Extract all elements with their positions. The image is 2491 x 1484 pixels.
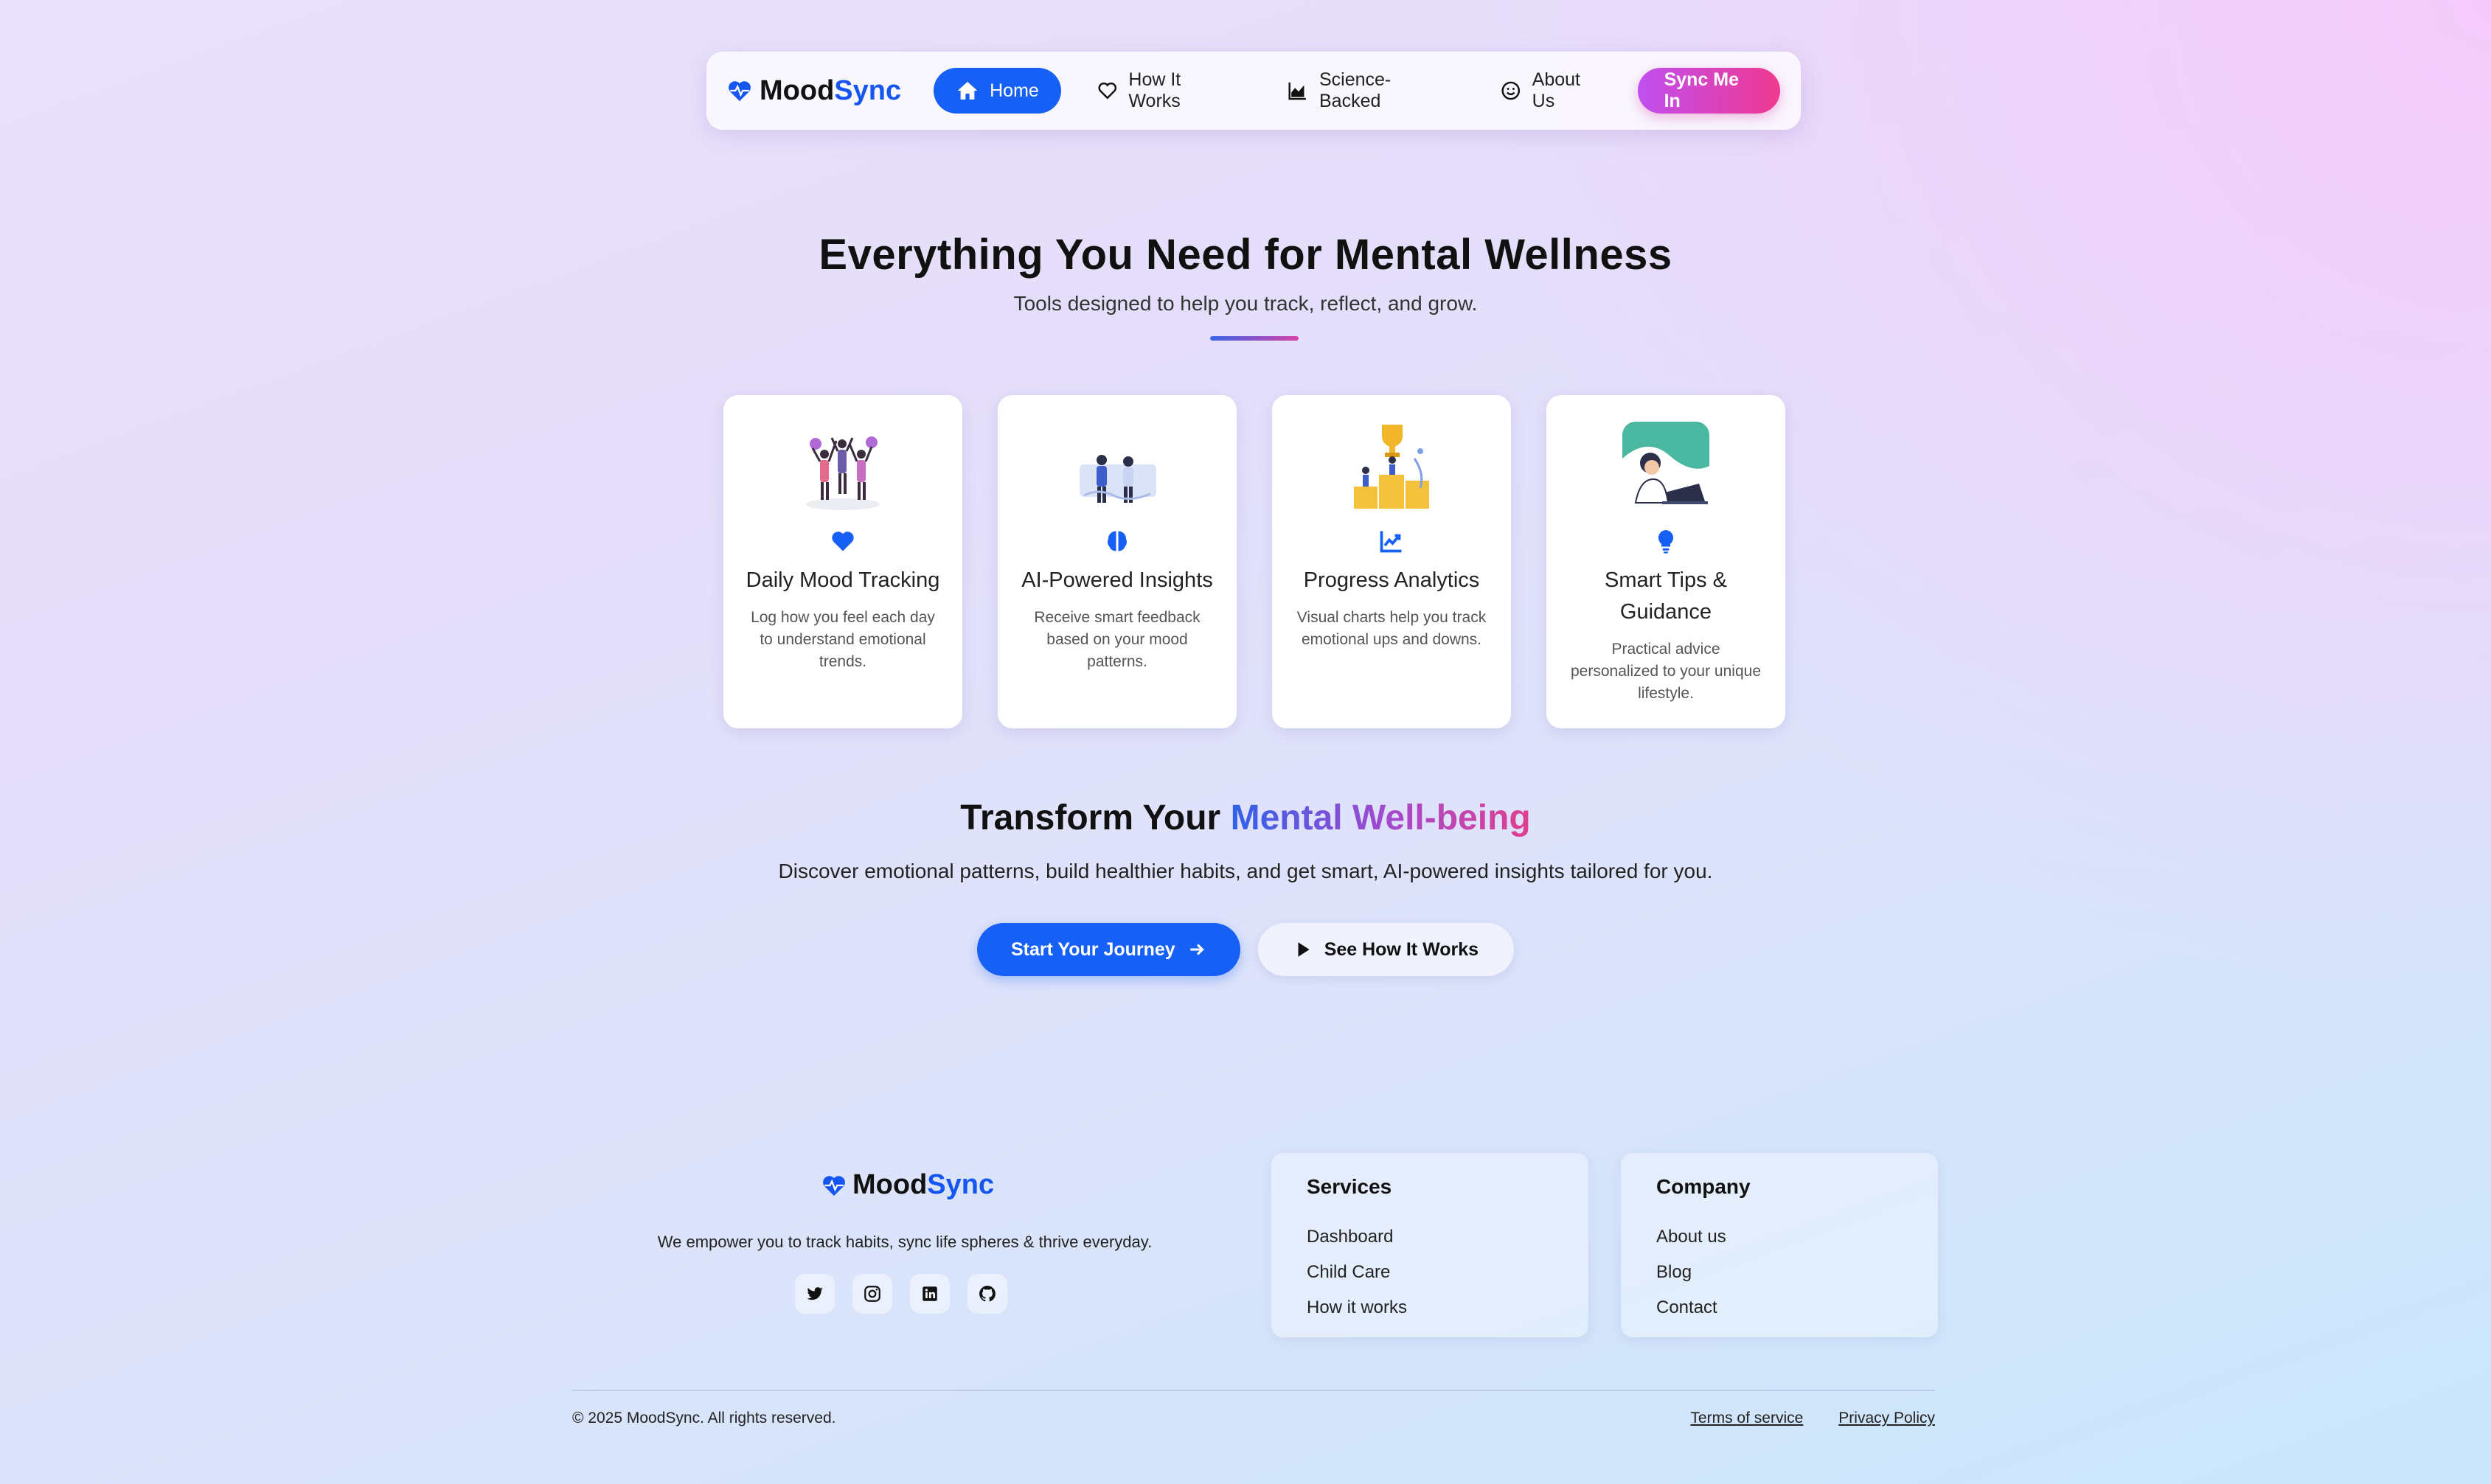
nav-about-us-label: About Us <box>1532 69 1580 111</box>
footer-link-blog[interactable]: Blog <box>1656 1255 1903 1290</box>
company-heading: Company <box>1656 1175 1751 1198</box>
start-journey-label: Start Your Journey <box>1010 938 1175 960</box>
footer-brand-part2: Sync <box>927 1169 995 1200</box>
feature-card-title: AI-Powered Insights <box>1021 568 1213 592</box>
twitter-icon <box>807 1287 823 1300</box>
play-icon <box>1298 942 1310 957</box>
person-laptop-illustration <box>1622 422 1709 510</box>
nav-home[interactable]: Home <box>934 68 1061 114</box>
feature-card-title: Smart Tips & Guidance <box>1605 568 1727 624</box>
brand-name-part1: Mood <box>760 74 835 106</box>
brain-icon <box>1108 531 1127 551</box>
heartbeat-logo-icon <box>823 1175 845 1196</box>
transform-title-plain: Transform Your <box>960 798 1231 837</box>
sync-me-in-button[interactable]: Sync Me In <box>1637 68 1780 114</box>
footer-services-column: Services Dashboard Child Care How it wor… <box>1271 1153 1588 1337</box>
celebrating-people-illustration <box>806 436 880 510</box>
feature-card-daily-mood[interactable]: Daily Mood Tracking Log how you feel eac… <box>723 395 962 728</box>
heart-icon <box>832 532 854 551</box>
nav-about-us[interactable]: About Us <box>1478 68 1624 114</box>
top-navbar: MoodSync Home How It Works Science-Backe… <box>706 52 1801 130</box>
brand-logo[interactable]: MoodSync <box>727 75 901 107</box>
feature-card-title: Daily Mood Tracking <box>746 568 940 592</box>
copyright-text: © 2025 MoodSync. All rights reserved. <box>572 1410 836 1426</box>
footer-brand-logo[interactable]: MoodSync <box>821 1169 994 1201</box>
area-chart-icon <box>1288 82 1307 100</box>
twitter-link[interactable] <box>795 1274 835 1314</box>
transform-subtitle: Discover emotional patterns, build healt… <box>778 860 1713 882</box>
people-talking-illustration <box>1080 455 1156 503</box>
privacy-policy-link[interactable]: Privacy Policy <box>1838 1410 1935 1427</box>
see-how-it-works-button[interactable]: See How It Works <box>1257 923 1515 976</box>
services-heading: Services <box>1307 1175 1392 1198</box>
github-icon <box>979 1286 996 1302</box>
arrow-right-icon <box>1190 944 1204 955</box>
title-underline <box>1210 336 1299 341</box>
feature-card-desc: Visual charts help you track emotional u… <box>1296 609 1487 648</box>
nav-how-it-works-label: How It Works <box>1128 69 1181 111</box>
feature-card-ai-insights[interactable]: AI-Powered Insights Receive smart feedba… <box>998 395 1237 728</box>
footer-link-contact[interactable]: Contact <box>1656 1290 1903 1326</box>
feature-cards: Daily Mood Tracking Log how you feel eac… <box>723 395 1785 728</box>
github-link[interactable] <box>967 1274 1007 1314</box>
social-links <box>795 1274 1007 1314</box>
see-how-it-works-label: See How It Works <box>1324 938 1479 960</box>
nav-science-backed-label: Science-Backed <box>1319 69 1392 111</box>
footer-company-column: Company About us Blog Contact <box>1621 1153 1938 1337</box>
lightbulb-icon <box>1658 530 1674 554</box>
feature-card-title: Progress Analytics <box>1303 568 1480 592</box>
footer-divider <box>572 1390 1935 1391</box>
nav-home-label: Home <box>990 80 1039 101</box>
hero-button-row: Start Your Journey See How It Works <box>0 923 2491 976</box>
heart-outline-icon <box>1098 82 1116 100</box>
transform-title: Transform Your Mental Well-being <box>0 798 2491 838</box>
feature-card-smart-tips[interactable]: Smart Tips & Guidance Practical advice p… <box>1546 395 1785 728</box>
nav-how-it-works[interactable]: How It Works <box>1074 68 1252 114</box>
footer-link-dashboard[interactable]: Dashboard <box>1307 1219 1553 1255</box>
brand-name-part2: Sync <box>834 74 902 106</box>
features-subtitle: Tools designed to help you track, reflec… <box>1013 292 1478 315</box>
footer-link-how-it-works[interactable]: How it works <box>1307 1290 1553 1326</box>
footer-brand-part1: Mood <box>852 1169 928 1200</box>
nav-science-backed[interactable]: Science-Backed <box>1265 68 1465 114</box>
linkedin-link[interactable] <box>910 1274 950 1314</box>
feature-card-progress-analytics[interactable]: Progress Analytics Visual charts help yo… <box>1272 395 1511 728</box>
page: MoodSync Home How It Works Science-Backe… <box>0 0 2491 1484</box>
linkedin-icon <box>923 1286 937 1301</box>
features-title: Everything You Need for Mental Wellness <box>819 231 1672 279</box>
feature-card-desc: Receive smart feedback based on your moo… <box>1034 609 1201 670</box>
transform-title-highlight: Mental Well-being <box>1230 798 1531 837</box>
instagram-icon <box>864 1286 880 1302</box>
heartbeat-logo-icon <box>729 81 751 102</box>
feature-card-desc: Log how you feel each day to understand … <box>751 609 935 670</box>
smile-icon <box>1501 81 1521 100</box>
trend-chart-icon <box>1380 531 1402 553</box>
trophy-podium-illustration <box>1354 425 1429 509</box>
start-journey-button[interactable]: Start Your Journey <box>976 923 1240 976</box>
home-icon <box>957 82 978 100</box>
feature-card-desc: Practical advice personalized to your un… <box>1570 641 1761 702</box>
footer-link-about-us[interactable]: About us <box>1656 1219 1903 1255</box>
instagram-link[interactable] <box>852 1274 892 1314</box>
legal-links: Terms of service Privacy Policy <box>1690 1410 1935 1427</box>
footer-link-child-care[interactable]: Child Care <box>1307 1255 1553 1290</box>
terms-of-service-link[interactable]: Terms of service <box>1690 1410 1803 1427</box>
